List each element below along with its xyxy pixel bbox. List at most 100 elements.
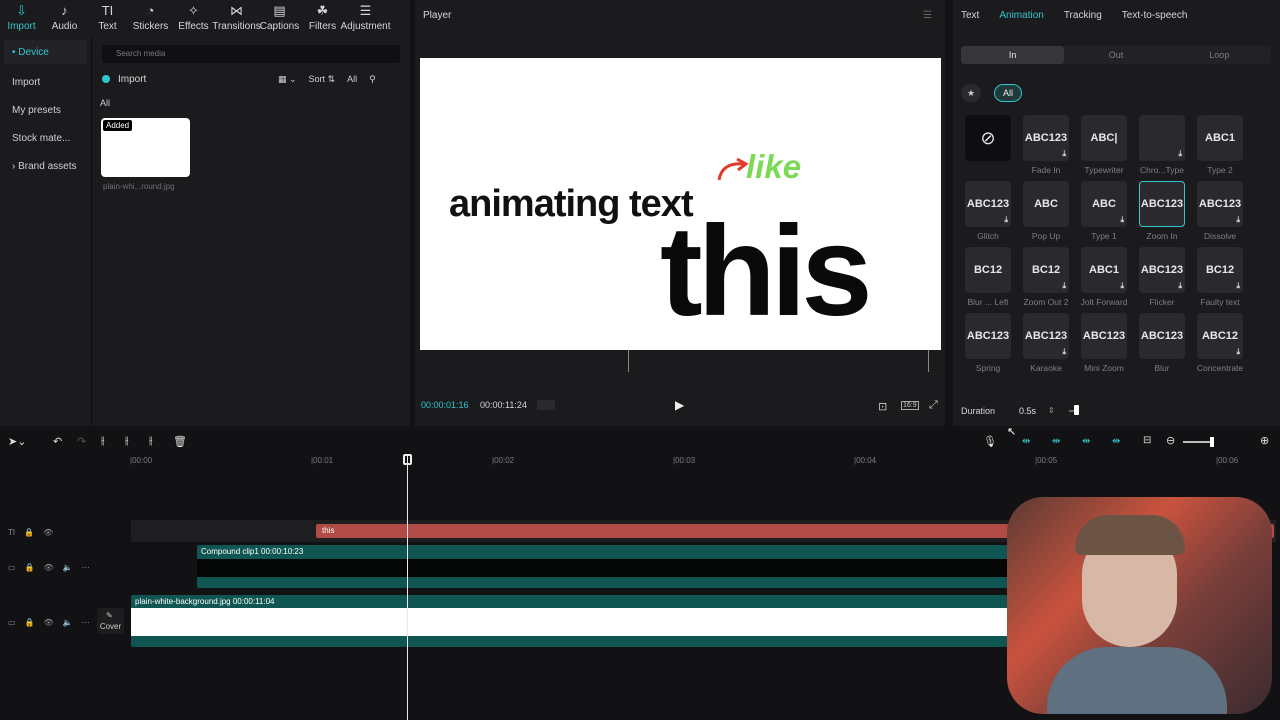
download-icon[interactable]: ⤓ — [1236, 215, 1240, 225]
fullscreen-icon[interactable]: ⤢ — [929, 399, 938, 412]
background-clip[interactable]: plain-white-background.jpg 00:00:11:04 — [131, 595, 1011, 647]
eye-icon[interactable]: 👁 — [44, 618, 54, 627]
download-icon[interactable]: ⤓ — [1178, 149, 1182, 159]
download-icon[interactable]: ⤓ — [1062, 149, 1066, 159]
animation-preset[interactable]: BC12 ⤓ Zoom Out 2 — [1017, 247, 1075, 313]
animation-preset[interactable]: ABC Pop Up — [1017, 181, 1075, 247]
media-thumbnail[interactable]: Added — [101, 118, 190, 177]
tab-text-to-speech[interactable]: Text-to-speech — [1122, 10, 1188, 21]
leftnav-item[interactable]: Import — [0, 68, 91, 96]
toolbar-stickers-button[interactable]: ◔ Stickers — [129, 0, 172, 36]
leftnav-item[interactable]: Stock mate... — [0, 124, 91, 152]
lock-icon[interactable]: 🔒 — [25, 618, 35, 627]
segment-out[interactable]: Out — [1064, 46, 1167, 64]
animation-preset[interactable]: ABC123 ⤓ Karaoke — [1017, 313, 1075, 379]
toolbar-captions-button[interactable]: ▤ Captions — [258, 0, 301, 36]
screenshot-icon[interactable]: ⊡ — [878, 400, 887, 413]
animation-preset[interactable]: ABC123 Mini Zoom — [1075, 313, 1133, 379]
filter-icon[interactable]: ⚲ — [369, 74, 376, 85]
animation-preset[interactable]: ABC ⤓ Type 1 — [1075, 181, 1133, 247]
leftnav-item[interactable]: • Device — [4, 40, 87, 64]
animation-preset[interactable]: ⤓ Chro...Type — [1133, 115, 1191, 181]
tab-tracking[interactable]: Tracking — [1064, 10, 1102, 21]
animation-preset[interactable]: ABC123 Zoom In — [1133, 181, 1191, 247]
playhead-handle[interactable] — [403, 454, 412, 465]
preview-canvas[interactable]: animating text this like — [420, 58, 941, 350]
animation-preset[interactable]: ABC1 ⤓ Jolt Forward — [1075, 247, 1133, 313]
search-input[interactable]: Search media — [102, 45, 400, 63]
cover-button[interactable]: ✎ Cover — [97, 608, 124, 634]
all-filter-button[interactable]: All — [347, 74, 357, 84]
animation-preset[interactable]: ABC1 Type 2 — [1191, 115, 1249, 181]
animation-preset[interactable]: ABC123 ⤓ Dissolve — [1191, 181, 1249, 247]
play-button[interactable]: ▶ — [675, 398, 684, 412]
animation-preset[interactable]: ⊘ — [959, 115, 1017, 181]
import-button[interactable]: Import — [102, 70, 146, 88]
speaker-icon[interactable]: 🔈 — [63, 618, 73, 627]
ratio-button[interactable]: 16:9 — [901, 401, 919, 410]
leftnav-item[interactable]: My presets — [0, 96, 91, 124]
more-icon[interactable]: ⋯ — [82, 563, 90, 572]
all-filter-chip[interactable]: All — [994, 84, 1022, 102]
lock-icon[interactable]: 🔒 — [25, 563, 35, 572]
toolbar-text-button[interactable]: TI Text — [86, 0, 129, 36]
lock-icon[interactable]: 🔒 — [24, 528, 34, 537]
animation-preset[interactable]: ABC| Typewriter — [1075, 115, 1133, 181]
magnet-icon[interactable]: ⇹ — [1052, 436, 1060, 447]
segment-loop[interactable]: Loop — [1168, 46, 1271, 64]
timeline-ruler[interactable]: |00:00 |00:01 |00:02 |00:03 |00:04 |00:05 |00:… — [130, 456, 1280, 470]
download-icon[interactable]: ⤓ — [1120, 281, 1124, 291]
zoom-in-icon[interactable]: ⊕ — [1260, 434, 1269, 447]
animation-preset[interactable]: ABC123 ⤓ Fade In — [1017, 115, 1075, 181]
zoom-out-icon[interactable]: ⊖ — [1166, 434, 1175, 447]
animation-preset[interactable]: ABC123 Blur — [1133, 313, 1191, 379]
sort-button[interactable]: Sort ⇅ — [309, 74, 336, 85]
segment-in[interactable]: In — [961, 46, 1065, 64]
toolbar-effects-button[interactable]: ✧ Effects — [172, 0, 215, 36]
eye-icon[interactable]: 👁 — [44, 563, 54, 572]
eye-icon[interactable]: 👁 — [43, 528, 53, 537]
grid-view-icon[interactable]: ▦ ⌄ — [278, 74, 297, 85]
more-icon[interactable]: ⋯ — [82, 618, 90, 627]
delete-icon[interactable]: 🗑 — [173, 435, 187, 448]
redo-icon[interactable]: ↷ — [77, 435, 86, 448]
animation-preset[interactable]: ABC123 ⤓ Glitch — [959, 181, 1017, 247]
toolbar-audio-button[interactable]: ♪ Audio — [43, 0, 86, 36]
split-left-icon[interactable]: ⫲ — [125, 435, 129, 448]
split-right-icon[interactable]: ⫲ — [149, 435, 153, 448]
toolbar-adjustment-button[interactable]: ☰ Adjustment — [340, 0, 390, 36]
animation-preset[interactable]: BC12 Blur ... Left — [959, 247, 1017, 313]
compound-clip[interactable]: Compound clip1 00:00:10:23 — [197, 545, 1012, 588]
timecode-format-icon[interactable] — [537, 400, 555, 410]
animation-preset[interactable]: ABC123 ⤓ Flicker — [1133, 247, 1191, 313]
screen-icon[interactable]: ⊟ — [1143, 435, 1151, 446]
animation-preset[interactable]: ABC123 Spring — [959, 313, 1017, 379]
zoom-slider[interactable] — [1183, 441, 1213, 443]
download-icon[interactable]: ⤓ — [1236, 347, 1240, 357]
duration-stepper-icon[interactable]: ⇕ — [1048, 406, 1055, 415]
animation-preset[interactable]: BC12 ⤓ Faulty text — [1191, 247, 1249, 313]
download-icon[interactable]: ⤓ — [1120, 215, 1124, 225]
zoom-slider-handle[interactable] — [1210, 437, 1214, 447]
download-icon[interactable]: ⤓ — [1004, 215, 1008, 225]
preview-axis-icon[interactable]: ⇹ — [1112, 436, 1120, 447]
animation-preset[interactable]: ABC12 ⤓ Concentrate — [1191, 313, 1249, 379]
favorites-star-icon[interactable]: ★ — [961, 84, 981, 102]
split-icon[interactable]: ⫲ — [101, 435, 105, 448]
link-icon[interactable]: ⇹ — [1022, 436, 1030, 447]
leftnav-item[interactable]: › Brand assets — [0, 152, 91, 180]
select-tool-icon[interactable]: ➤⌄ — [8, 435, 26, 448]
tab-animation[interactable]: Animation — [999, 10, 1043, 21]
playhead[interactable] — [407, 454, 408, 720]
toolbar-filters-button[interactable]: ☘ Filters — [301, 0, 344, 36]
microphone-icon[interactable]: 🎙 — [983, 435, 997, 448]
undo-icon[interactable]: ↶ — [53, 435, 62, 448]
tab-text[interactable]: Text — [961, 10, 979, 21]
download-icon[interactable]: ⤓ — [1062, 347, 1066, 357]
download-icon[interactable]: ⤓ — [1062, 281, 1066, 291]
toolbar-transitions-button[interactable]: ⋈ Transitions — [212, 0, 261, 36]
snap-icon[interactable]: ⇹ — [1082, 436, 1090, 447]
player-menu-icon[interactable]: ☰ — [923, 10, 932, 21]
toolbar-import-button[interactable]: ⇩ Import — [0, 0, 43, 36]
duration-value[interactable]: 0.5s — [1019, 406, 1036, 416]
